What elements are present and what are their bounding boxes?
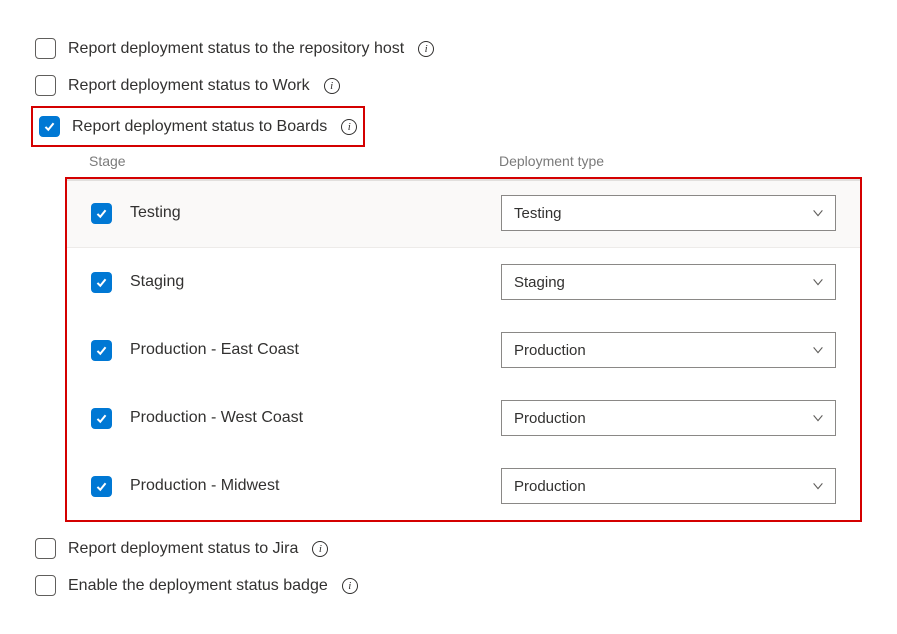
info-icon[interactable]: i — [312, 541, 328, 557]
type-cell: Production — [501, 400, 836, 436]
option-label-jira: Report deployment status to Jira — [68, 540, 298, 558]
table-row: Production - Midwest Production — [67, 452, 860, 520]
chevron-down-icon — [811, 275, 825, 289]
stage-checkbox[interactable] — [91, 340, 112, 361]
stage-name: Production - East Coast — [130, 341, 299, 359]
deployment-type-dropdown[interactable]: Testing — [501, 195, 836, 231]
header-deployment-type: Deployment type — [499, 153, 838, 169]
option-row-work: Report deployment status to Work i — [35, 67, 862, 104]
checkbox-boards[interactable] — [39, 116, 60, 137]
chevron-down-icon — [811, 343, 825, 357]
checkbox-work[interactable] — [35, 75, 56, 96]
deployment-type-dropdown[interactable]: Production — [501, 468, 836, 504]
stage-cell: Staging — [91, 272, 501, 293]
info-icon[interactable]: i — [324, 78, 340, 94]
table-row: Production - West Coast Production — [67, 384, 860, 452]
type-cell: Staging — [501, 264, 836, 300]
stage-cell: Production - Midwest — [91, 476, 501, 497]
dropdown-value: Production — [514, 342, 586, 359]
chevron-down-icon — [811, 411, 825, 425]
stage-name: Staging — [130, 273, 184, 291]
option-label-badge: Enable the deployment status badge — [68, 577, 328, 595]
type-cell: Production — [501, 332, 836, 368]
stage-name: Production - Midwest — [130, 477, 279, 495]
stage-name: Production - West Coast — [130, 409, 303, 427]
highlight-boards: Report deployment status to Boards i — [31, 106, 365, 147]
table-row: Production - East Coast Production — [67, 316, 860, 384]
option-row-badge: Enable the deployment status badge i — [35, 567, 862, 604]
checkbox-repo-host[interactable] — [35, 38, 56, 59]
option-label-repo-host: Report deployment status to the reposito… — [68, 40, 404, 58]
stage-checkbox[interactable] — [91, 272, 112, 293]
chevron-down-icon — [811, 479, 825, 493]
option-row-jira: Report deployment status to Jira i — [35, 530, 862, 567]
dropdown-value: Staging — [514, 274, 565, 291]
table-row: Testing Testing — [67, 179, 860, 248]
stage-cell: Testing — [91, 203, 501, 224]
option-row-repo-host: Report deployment status to the reposito… — [35, 30, 862, 67]
stage-cell: Production - East Coast — [91, 340, 501, 361]
info-icon[interactable]: i — [341, 119, 357, 135]
info-icon[interactable]: i — [418, 41, 434, 57]
deployment-type-dropdown[interactable]: Staging — [501, 264, 836, 300]
type-cell: Production — [501, 468, 836, 504]
stage-checkbox[interactable] — [91, 408, 112, 429]
stage-checkbox[interactable] — [91, 476, 112, 497]
option-label-boards: Report deployment status to Boards — [72, 118, 327, 136]
type-cell: Testing — [501, 195, 836, 231]
dropdown-value: Production — [514, 478, 586, 495]
stage-cell: Production - West Coast — [91, 408, 501, 429]
highlight-stages-table: Testing Testing Staging Staging — [65, 177, 862, 522]
deployment-type-dropdown[interactable]: Production — [501, 332, 836, 368]
stages-header: Stage Deployment type — [65, 153, 862, 177]
dropdown-value: Production — [514, 410, 586, 427]
deployment-type-dropdown[interactable]: Production — [501, 400, 836, 436]
header-stage: Stage — [89, 153, 499, 169]
checkbox-jira[interactable] — [35, 538, 56, 559]
info-icon[interactable]: i — [342, 578, 358, 594]
table-row: Staging Staging — [67, 248, 860, 316]
stages-section: Stage Deployment type Testing Testing — [65, 153, 862, 522]
option-row-boards: Report deployment status to Boards i — [39, 112, 357, 141]
checkbox-badge[interactable] — [35, 575, 56, 596]
chevron-down-icon — [811, 206, 825, 220]
stage-checkbox[interactable] — [91, 203, 112, 224]
option-label-work: Report deployment status to Work — [68, 77, 310, 95]
dropdown-value: Testing — [514, 205, 562, 222]
stage-name: Testing — [130, 204, 181, 222]
